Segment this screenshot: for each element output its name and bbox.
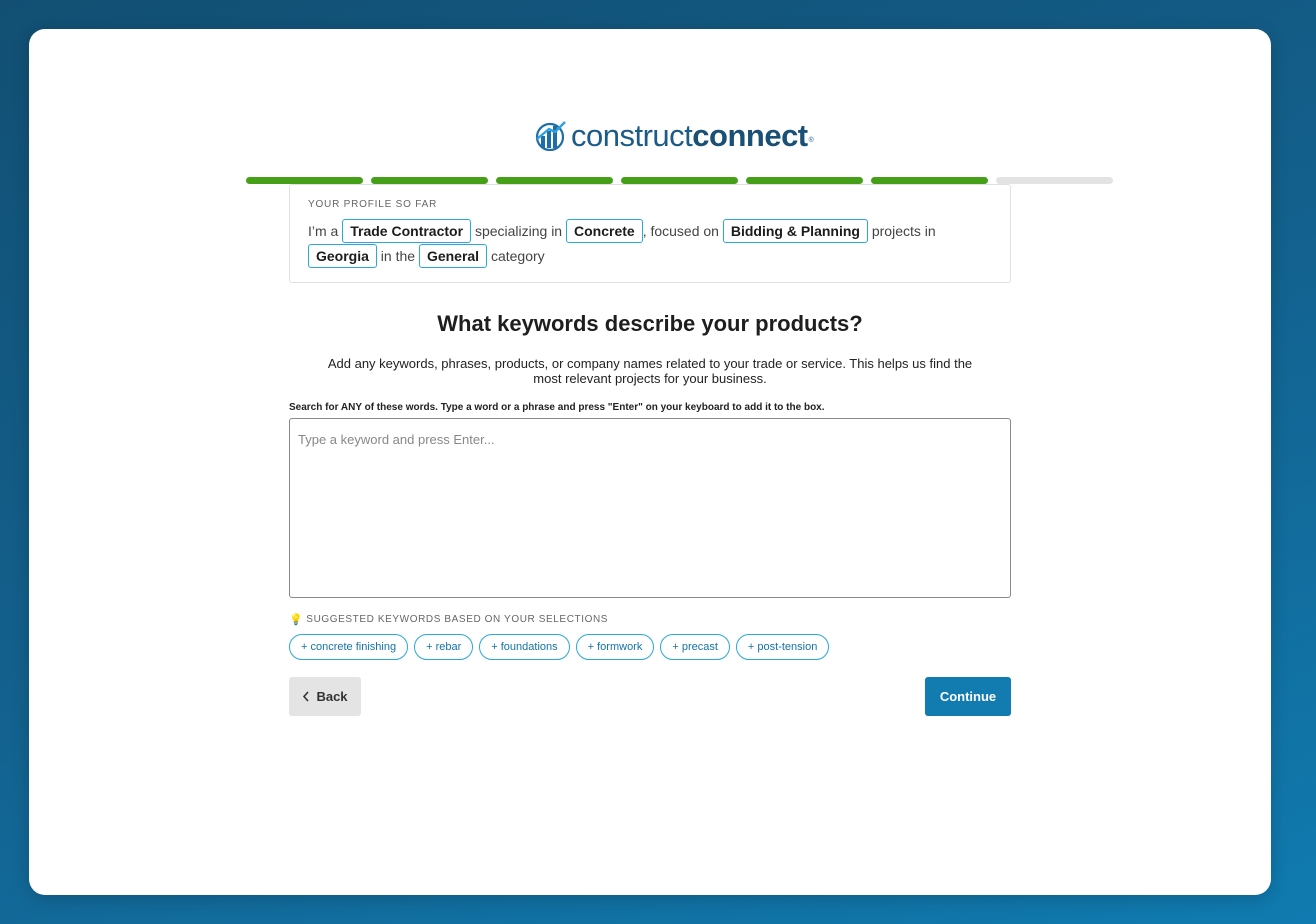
progress-step-complete (621, 177, 738, 184)
suggestion-pill[interactable]: + formwork (575, 634, 655, 660)
page-subtitle-line: most relevant projects for your business… (533, 371, 767, 386)
progress-step-complete (871, 177, 988, 184)
brand-logo: constructconnect ® (533, 116, 814, 154)
back-button[interactable]: Back (289, 677, 361, 716)
lightbulb-icon: 💡 (289, 614, 304, 626)
profile-text: category (490, 248, 545, 264)
progress-step-incomplete (996, 177, 1113, 184)
profile-stage-chip: Bidding & Planning (722, 219, 868, 243)
page-subtitle-line: Add any keywords, phrases, products, or … (327, 356, 973, 371)
suggestion-pill[interactable]: + concrete finishing (289, 634, 409, 660)
back-button-label: Back (316, 689, 348, 704)
suggestion-pill[interactable]: + precast (660, 634, 730, 660)
profile-text: specializing in (474, 223, 563, 239)
profile-state-chip: Georgia (308, 244, 377, 268)
page-subtitle: Add any keywords, phrases, products, or … (289, 356, 1011, 386)
continue-button[interactable]: Continue (925, 677, 1011, 716)
profile-category-chip: General (418, 244, 488, 268)
suggestion-pill[interactable]: + post-tension (735, 634, 830, 660)
keyword-input[interactable] (298, 432, 1002, 447)
profile-text: in the (380, 248, 416, 264)
chevron-left-icon (303, 691, 310, 702)
profile-text: I’m a (308, 223, 339, 239)
suggestion-pill[interactable]: + foundations (479, 634, 570, 660)
building-chart-icon (535, 121, 566, 151)
keyword-instructions: Search for ANY of these words. Type a wo… (289, 402, 825, 413)
brand-wordmark: constructconnect (571, 120, 808, 151)
profile-sentence: I’m a Trade Contractor specializing in C… (308, 219, 992, 269)
suggestion-pill[interactable]: + rebar (414, 634, 474, 660)
suggestions-heading-text: SUGGESTED KEYWORDS BASED ON YOUR SELECTI… (306, 614, 609, 625)
profile-heading: YOUR PROFILE SO FAR (308, 199, 438, 210)
profile-summary: YOUR PROFILE SO FAR I’m a Trade Contract… (289, 184, 1011, 283)
brand-wordmark-light: construct (571, 117, 693, 153)
page-title: What keywords describe your products? (437, 311, 863, 336)
progress-step-complete (371, 177, 488, 184)
brand-wordmark-bold: connect (692, 117, 808, 153)
profile-role-chip: Trade Contractor (342, 219, 472, 243)
keyword-box[interactable] (289, 418, 1011, 598)
progress-step-complete (246, 177, 363, 184)
registered-mark: ® (808, 137, 814, 144)
step-progress (246, 177, 1113, 184)
suggestions-heading: 💡 SUGGESTED KEYWORDS BASED ON YOUR SELEC… (289, 613, 608, 626)
progress-step-complete (496, 177, 613, 184)
suggestion-pills: + concrete finishing + rebar + foundatio… (289, 634, 830, 660)
profile-text: projects in (871, 223, 936, 239)
profile-text: , focused on (642, 223, 719, 239)
profile-trade-chip: Concrete (566, 219, 643, 243)
progress-step-complete (746, 177, 863, 184)
